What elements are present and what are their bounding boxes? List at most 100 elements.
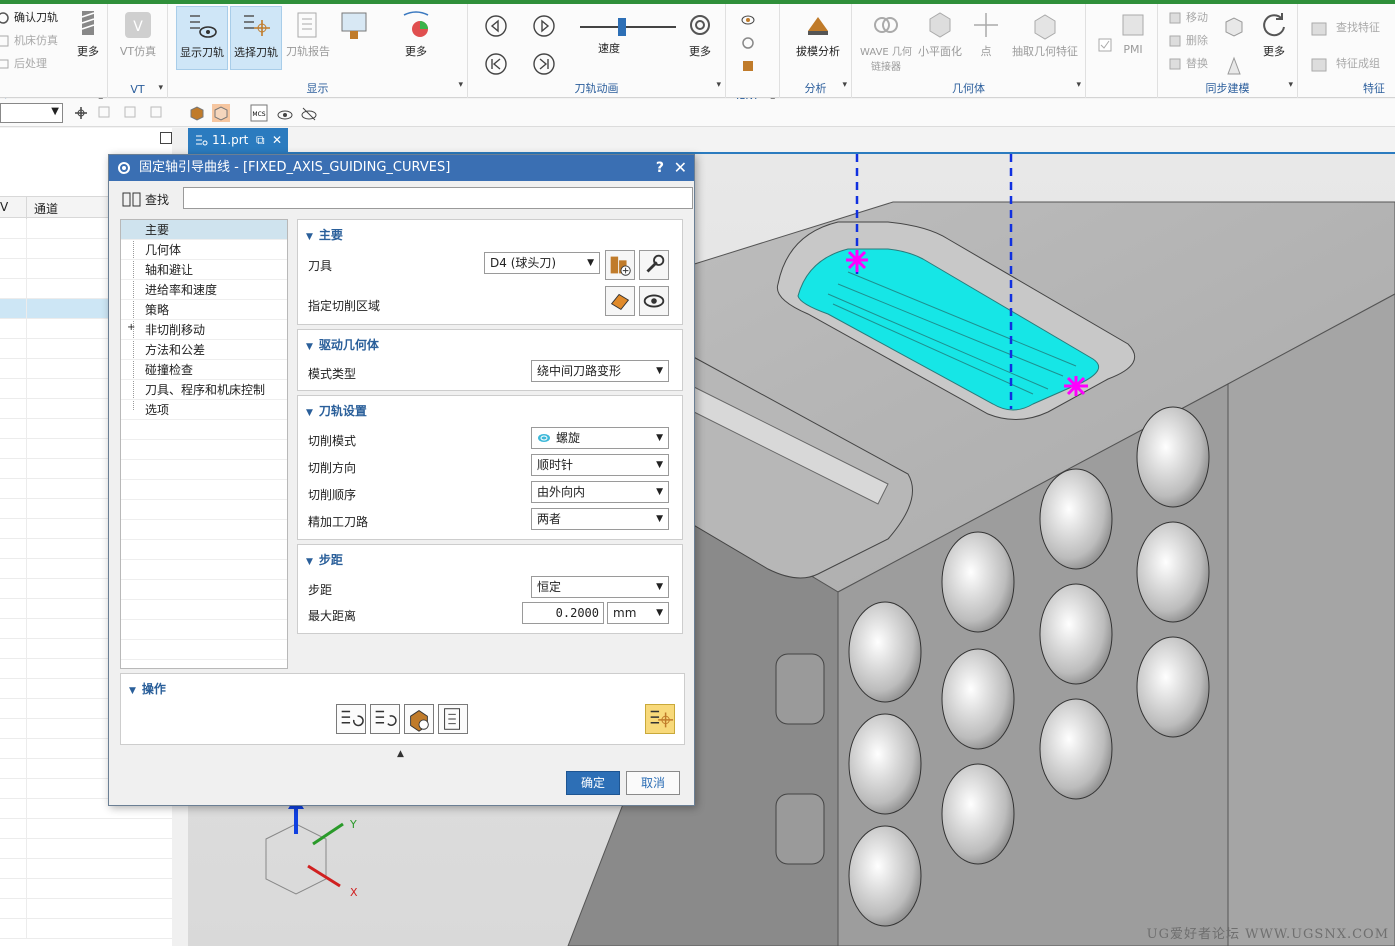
tree-item-geometry[interactable]: 几何体: [121, 240, 287, 260]
tree-item-options[interactable]: 选项: [121, 400, 287, 420]
cut-direction-select[interactable]: 顺时针 ▼: [531, 454, 669, 476]
column-header-v[interactable]: V: [0, 200, 8, 214]
tree-item-machine-control[interactable]: 刀具、程序和机床控制: [121, 380, 287, 400]
column-divider: [26, 379, 27, 399]
navigator-row[interactable]: [0, 879, 172, 899]
ribbon-group-feature: 查找特征 特征成组 特征: [1298, 4, 1395, 98]
sync-cube-icon[interactable]: [1222, 14, 1246, 38]
cancel-button[interactable]: 取消: [626, 771, 680, 795]
point-button[interactable]: 点: [966, 6, 1006, 70]
speed-slider-thumb[interactable]: [618, 18, 626, 36]
more-button-program[interactable]: 更多: [62, 6, 114, 70]
wave-linker-button[interactable]: WAVE 几何链接器: [858, 6, 914, 73]
type-filter-select[interactable]: ▼: [0, 103, 63, 123]
tree-item-axis[interactable]: 轴和避让: [121, 260, 287, 280]
draft-analysis-button[interactable]: 拔模分析: [788, 6, 848, 70]
navigator-row[interactable]: [0, 859, 172, 879]
tree-item-strategy[interactable]: 策略: [121, 300, 287, 320]
verify-button[interactable]: [404, 704, 434, 734]
find-feature-button[interactable]: 查找特征: [1308, 18, 1380, 38]
tree-item-feeds[interactable]: 进给率和速度: [121, 280, 287, 300]
navigator-row[interactable]: [0, 819, 172, 839]
show-toolpath-toggle-icon[interactable]: [276, 104, 294, 122]
shaded-view-icon[interactable]: [188, 104, 206, 122]
mcs-icon[interactable]: MCS: [250, 104, 268, 122]
select-toolpath-button[interactable]: 选择刀轨: [230, 6, 282, 70]
display-options-button[interactable]: [334, 6, 374, 70]
more-button-animation[interactable]: 更多: [678, 6, 722, 70]
ipw-gear-icon[interactable]: [740, 35, 756, 51]
tree-item-main[interactable]: 主要: [121, 220, 287, 240]
go-start-icon[interactable]: [484, 52, 508, 76]
step-back-icon[interactable]: [484, 14, 508, 38]
section-drive-header[interactable]: ▼ 驱动几何体: [306, 336, 379, 353]
hide-toolpath-icon[interactable]: [300, 104, 318, 122]
cut-order-select[interactable]: 由外向内 ▼: [531, 481, 669, 503]
close-icon[interactable]: ✕: [674, 155, 687, 181]
tree-item-tolerance[interactable]: 方法和公差: [121, 340, 287, 360]
more-button-display[interactable]: 更多: [396, 6, 436, 70]
select-body-icon[interactable]: [122, 104, 140, 122]
navigator-row[interactable]: [0, 839, 172, 859]
verify-toolpath-button[interactable]: 确认刀轨: [0, 8, 58, 28]
navigator-row[interactable]: [0, 919, 172, 939]
show-toolpath-button[interactable]: 显示刀轨: [176, 6, 228, 70]
mode-type-select[interactable]: 绕中间刀路变形 ▼: [531, 360, 669, 382]
vt-sim-button[interactable]: V VT仿真: [112, 6, 164, 70]
dialog-title-bar[interactable]: 固定轴引导曲线 - [FIXED_AXIS_GUIDING_CURVES] ? …: [109, 155, 694, 181]
display-cut-area-button[interactable]: [639, 286, 669, 316]
maximize-icon[interactable]: [160, 132, 172, 144]
section-path-header[interactable]: ▼ 刀轨设置: [306, 402, 367, 419]
unit-select[interactable]: mm ▼: [607, 602, 669, 624]
section-operations-header[interactable]: ▼ 操作: [129, 680, 166, 697]
list-button[interactable]: [438, 704, 468, 734]
close-icon[interactable]: ✕: [272, 128, 282, 152]
find-input[interactable]: [183, 187, 693, 209]
sync-delete-button[interactable]: 删除: [1166, 31, 1208, 51]
go-end-icon[interactable]: [532, 52, 556, 76]
facetize-button[interactable]: 小平面化: [914, 6, 966, 70]
help-button[interactable]: ?: [656, 155, 664, 181]
tool-select[interactable]: D4 (球头刀) ▼: [484, 252, 600, 274]
toolpath-report-button[interactable]: 刀轨报告: [282, 6, 334, 70]
tab-file[interactable]: 11.prt ⧉ ✕: [188, 128, 288, 154]
toolpath-select-button[interactable]: [645, 704, 675, 734]
expand-up-icon[interactable]: ▲: [397, 749, 404, 759]
select-face-icon[interactable]: [148, 104, 166, 122]
edit-tool-button[interactable]: [639, 250, 669, 280]
more-button-sync[interactable]: 更多: [1252, 6, 1296, 70]
cut-pattern-select[interactable]: 螺旋 ▼: [531, 427, 669, 449]
generate-button[interactable]: [336, 704, 366, 734]
max-distance-input[interactable]: 0.2000: [522, 602, 604, 624]
sync-replace-button[interactable]: 替换: [1166, 54, 1208, 74]
extract-geometry-button[interactable]: 抽取几何特征: [1010, 6, 1080, 70]
ipw-box-icon[interactable]: [740, 58, 756, 74]
create-tool-button[interactable]: [605, 250, 635, 280]
gear-icon: [118, 162, 130, 174]
pmi-button[interactable]: PMI: [1110, 6, 1156, 70]
column-header-channel[interactable]: 通道: [34, 200, 58, 217]
expand-plus-icon[interactable]: +: [127, 322, 135, 333]
stepover-select[interactable]: 恒定 ▼: [531, 576, 669, 598]
postprocess-button[interactable]: 后处理: [0, 54, 47, 74]
navigator-row[interactable]: [0, 899, 172, 919]
finish-pass-select[interactable]: 两者 ▼: [531, 508, 669, 530]
feature-group-button[interactable]: 特征成组: [1308, 54, 1380, 74]
ipw-show-icon[interactable]: [740, 12, 756, 28]
replay-button[interactable]: [370, 704, 400, 734]
sync-move-button[interactable]: 移动: [1166, 8, 1208, 28]
wireframe-view-icon[interactable]: [212, 104, 230, 122]
tree-item-collision[interactable]: 碰撞检查: [121, 360, 287, 380]
play-icon[interactable]: [532, 14, 556, 38]
section-main-header[interactable]: ▼ 主要: [306, 226, 343, 243]
specify-cut-area-button[interactable]: [605, 286, 635, 316]
ok-button[interactable]: 确定: [566, 771, 620, 795]
select-feature-icon[interactable]: [96, 104, 114, 122]
forum-watermark: UG爱好者论坛 WWW.UGSNX.COM: [1146, 927, 1389, 942]
snap-icon[interactable]: [72, 104, 90, 122]
tree-item-noncutting[interactable]: 非切削移动: [121, 320, 287, 340]
speed-slider-track[interactable]: [580, 26, 676, 28]
section-stepover-header[interactable]: ▼ 步距: [306, 551, 343, 568]
machine-sim-button[interactable]: 机床仿真: [0, 31, 58, 51]
sync-draft-icon[interactable]: [1222, 54, 1246, 78]
